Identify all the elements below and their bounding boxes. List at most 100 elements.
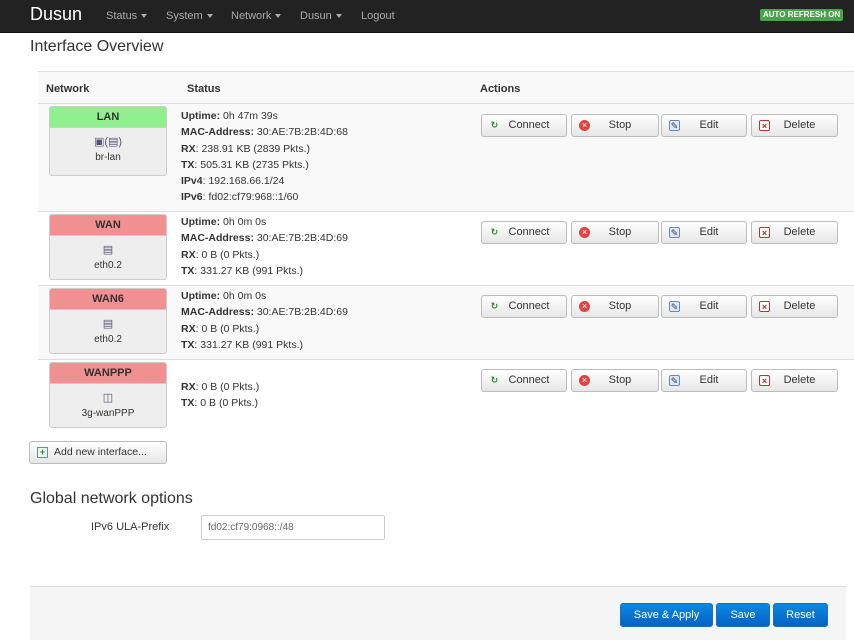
form-actions: Save & Apply Save Reset bbox=[30, 586, 846, 640]
interface-name: WAN bbox=[50, 215, 166, 236]
add-icon: + bbox=[37, 447, 48, 458]
status-label: RX bbox=[181, 248, 196, 261]
section-title: Global network options bbox=[30, 490, 193, 507]
column-actions: Actions bbox=[480, 83, 521, 95]
device-name: eth0.2 bbox=[94, 334, 122, 345]
status-label: RX bbox=[181, 381, 196, 393]
interface-status: Uptime: 0h 47m 39s MAC-Address: 30:AE:7B… bbox=[181, 110, 348, 204]
button-label: Delete bbox=[783, 374, 816, 386]
connect-button[interactable]: ↻ Connect bbox=[481, 295, 567, 318]
page-title: Interface Overview bbox=[30, 38, 164, 55]
status-label: MAC-Address bbox=[181, 126, 251, 139]
menu-network[interactable]: Network bbox=[231, 10, 282, 22]
interface-device: ▤ eth0.2 bbox=[50, 310, 166, 345]
button-label: Stop bbox=[608, 226, 632, 238]
delete-button[interactable]: × Delete bbox=[751, 221, 838, 244]
interface-device: ◫ 3g-wanPPP bbox=[50, 384, 166, 419]
menu-dusun[interactable]: Dusun bbox=[300, 10, 342, 22]
delete-button[interactable]: × Delete bbox=[751, 114, 838, 137]
delete-button[interactable]: × Delete bbox=[751, 295, 838, 318]
connect-button[interactable]: ↻ Connect bbox=[481, 114, 567, 137]
ppp-device-icon: ◫ bbox=[102, 392, 114, 404]
edit-button[interactable]: ✎ Edit bbox=[661, 114, 747, 137]
interface-device: ▣(▤) br-lan bbox=[50, 128, 166, 163]
device-name: eth0.2 bbox=[94, 260, 122, 271]
button-label: Connect bbox=[508, 300, 550, 312]
chevron-down-icon bbox=[275, 14, 282, 19]
edit-button[interactable]: ✎ Edit bbox=[661, 295, 747, 318]
button-label: Delete bbox=[783, 119, 816, 131]
ethernet-icon: ▤ bbox=[102, 244, 114, 256]
button-label: Delete bbox=[783, 300, 816, 312]
status-value: 30:AE:7B:2B:4D:68 bbox=[256, 126, 348, 139]
interface-name: WAN6 bbox=[50, 289, 166, 310]
connect-button[interactable]: ↻ Connect bbox=[481, 369, 567, 392]
bridge-network-icon: ▣(▤) bbox=[93, 136, 123, 148]
status-value: 192.168.66.1/24 bbox=[208, 175, 285, 188]
stop-button[interactable]: × Stop bbox=[571, 114, 659, 137]
button-label: Edit bbox=[699, 119, 719, 131]
column-status: Status bbox=[187, 83, 221, 95]
status-value: 0 B (0 Pkts.) bbox=[201, 381, 260, 393]
button-label: Stop bbox=[608, 300, 632, 312]
interface-device: ▤ eth0.2 bbox=[50, 236, 166, 271]
button-label: Connect bbox=[508, 374, 550, 386]
status-value: 0h 0m 0s bbox=[223, 290, 267, 302]
add-interface-button[interactable]: + Add new interface... bbox=[29, 441, 167, 464]
menu-status[interactable]: Status bbox=[106, 10, 148, 22]
status-value: 0h 0m 0s bbox=[223, 216, 267, 228]
auto-refresh-toggle[interactable]: AUTO REFRESH ON bbox=[760, 9, 844, 21]
logout-link[interactable]: Logout bbox=[361, 10, 395, 22]
status-label: Uptime bbox=[181, 216, 217, 228]
interface-status: Uptime: 0h 0m 0s MAC-Address: 30:AE:7B:2… bbox=[181, 216, 348, 277]
connect-button[interactable]: ↻ Connect bbox=[481, 221, 567, 244]
status-value: 505.31 KB (2735 Pkts.) bbox=[200, 158, 309, 171]
status-label: IPv6 bbox=[181, 191, 203, 204]
status-value: fd02:cf79:968::1/60 bbox=[208, 191, 299, 204]
interface-name: WANPPP bbox=[50, 363, 166, 384]
status-value: 331.27 KB (991 Pkts.) bbox=[200, 338, 303, 351]
delete-button[interactable]: × Delete bbox=[751, 369, 838, 392]
status-value: 0h 47m 39s bbox=[223, 110, 278, 122]
table-row: WANPPP ◫ 3g-wanPPP RX: 0 B (0 Pkts.) TX:… bbox=[38, 360, 854, 433]
brand-logo[interactable]: Dusun bbox=[30, 4, 82, 25]
status-label: MAC-Address bbox=[181, 306, 251, 319]
edit-button[interactable]: ✎ Edit bbox=[661, 369, 747, 392]
status-value: 30:AE:7B:2B:4D:69 bbox=[256, 232, 348, 245]
status-label: MAC-Address bbox=[181, 232, 251, 245]
interface-status: Uptime: 0h 0m 0s MAC-Address: 30:AE:7B:2… bbox=[181, 290, 348, 351]
top-navbar: Dusun Status System Network Dusun Logout… bbox=[0, 0, 854, 33]
button-label: Delete bbox=[783, 226, 816, 238]
status-value: 0 B (0 Pkts.) bbox=[201, 322, 260, 335]
reset-button[interactable]: Reset bbox=[773, 603, 828, 627]
save-button[interactable]: Save bbox=[716, 603, 770, 627]
menu-system[interactable]: System bbox=[166, 10, 213, 22]
menu-network-label: Network bbox=[231, 10, 272, 22]
status-label: TX bbox=[181, 264, 195, 277]
status-label: RX bbox=[181, 142, 196, 155]
edit-button[interactable]: ✎ Edit bbox=[661, 221, 747, 244]
status-label: TX bbox=[181, 338, 195, 351]
ula-prefix-label: IPv6 ULA-Prefix bbox=[91, 521, 170, 533]
status-label: IPv4 bbox=[181, 175, 203, 188]
table-row: LAN ▣(▤) br-lan Uptime: 0h 47m 39s MAC-A… bbox=[38, 104, 854, 212]
save-apply-button[interactable]: Save & Apply bbox=[620, 603, 713, 627]
stop-button[interactable]: × Stop bbox=[571, 221, 659, 244]
status-value: 238.91 KB (2839 Pkts.) bbox=[201, 142, 311, 155]
network-badge-wan[interactable]: WAN ▤ eth0.2 bbox=[49, 214, 167, 280]
stop-button[interactable]: × Stop bbox=[571, 295, 659, 318]
button-label: Edit bbox=[699, 226, 719, 238]
chevron-down-icon bbox=[206, 14, 213, 19]
ula-prefix-input[interactable] bbox=[201, 515, 385, 540]
status-value: 0 B (0 Pkts.) bbox=[201, 248, 260, 261]
status-value: 331.27 KB (991 Pkts.) bbox=[200, 264, 303, 277]
button-label: Edit bbox=[699, 300, 719, 312]
network-badge-wan6[interactable]: WAN6 ▤ eth0.2 bbox=[49, 288, 167, 354]
status-label: Uptime bbox=[181, 290, 217, 302]
button-label: Connect bbox=[508, 119, 550, 131]
button-label: Edit bbox=[699, 374, 719, 386]
button-label: Stop bbox=[608, 374, 632, 386]
stop-button[interactable]: × Stop bbox=[571, 369, 659, 392]
network-badge-lan[interactable]: LAN ▣(▤) br-lan bbox=[49, 106, 167, 176]
network-badge-wanppp[interactable]: WANPPP ◫ 3g-wanPPP bbox=[49, 362, 167, 428]
